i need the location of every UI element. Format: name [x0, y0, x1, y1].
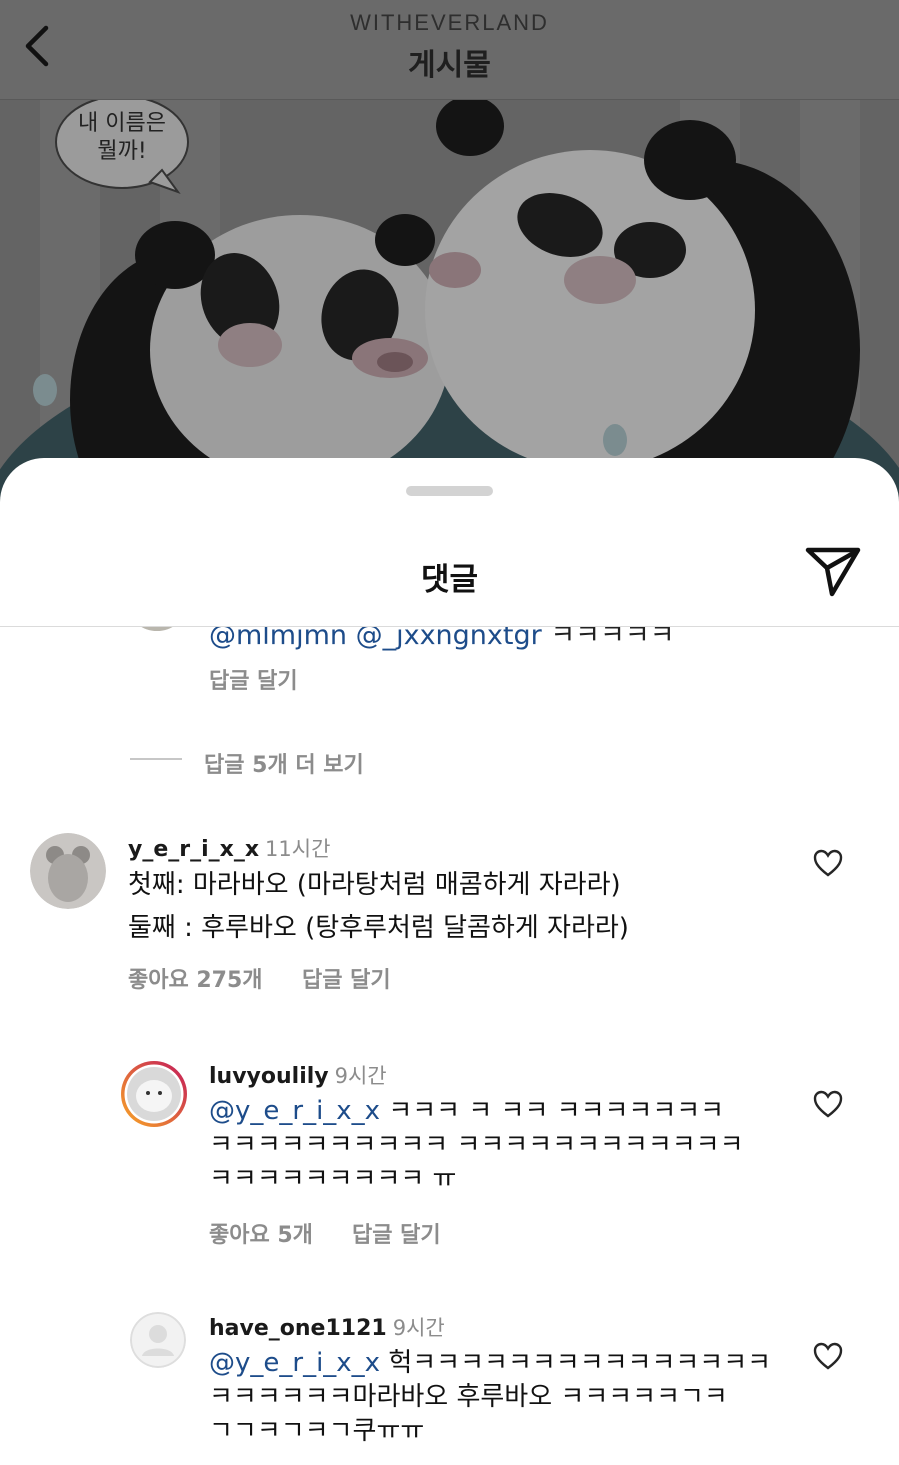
- view-more-replies-button[interactable]: 답글 5개 더 보기: [204, 747, 364, 779]
- send-icon[interactable]: [804, 546, 862, 598]
- post-header: WITHEVERLAND 게시물: [0, 0, 899, 100]
- avatar[interactable]: [130, 1312, 186, 1368]
- page-title: 게시물: [408, 48, 491, 83]
- partial-comment-text: @mlmjmn @_jxxngnxtgr ㅋㅋㅋㅋㅋ: [209, 627, 675, 652]
- reply-text: @y_e_r_i_x_x 헉ㅋㅋㅋㅋㅋㅋㅋㅋㅋㅋㅋㅋㅋㅋㅋ ㅋㅋㅋㅋㅋㅋ마라바오…: [209, 1348, 772, 1446]
- avatar[interactable]: [30, 833, 106, 909]
- reply-username[interactable]: luvyoulily 9시간: [209, 1060, 387, 1090]
- drag-handle[interactable]: [406, 486, 493, 496]
- bubble-line1: 내 이름은: [78, 111, 166, 136]
- bubble-line2: 뭘까!: [97, 139, 146, 164]
- sheet-title: 댓글: [420, 562, 479, 598]
- heart-outline-icon[interactable]: [813, 1090, 843, 1118]
- reply-time: 9시간: [334, 1064, 387, 1088]
- comment-username[interactable]: y_e_r_i_x_x 11시간: [128, 833, 330, 863]
- comment-text: 첫째: 마라바오 (마라탕처럼 매콤하게 자라라) 둘째 : 후루바오 (탕후루…: [128, 870, 629, 943]
- mention-link[interactable]: @y_e_r_i_x_x: [209, 1096, 380, 1126]
- heart-outline-icon[interactable]: [813, 849, 843, 877]
- heart-outline-icon[interactable]: [813, 1342, 843, 1370]
- post-image[interactable]: 내 이름은 뭘까!: [0, 100, 899, 520]
- comments-list[interactable]: @mlmjmn @_jxxngnxtgr ㅋㅋㅋㅋㅋ 답글 달기 답글 5개 더…: [0, 627, 899, 1465]
- divider-line: [130, 758, 182, 760]
- reply-button[interactable]: 답글 달기: [352, 1217, 441, 1249]
- comment-time: 11시간: [265, 837, 331, 861]
- likes-count[interactable]: 좋아요 275개: [128, 962, 263, 994]
- avatar[interactable]: [130, 627, 184, 631]
- avatar-with-story-ring[interactable]: [120, 1060, 188, 1128]
- comments-sheet: 댓글 @mlmjmn @_jxxngnxtgr ㅋㅋㅋㅋㅋ 답글 달기 답글 5…: [0, 458, 899, 1465]
- likes-count[interactable]: 좋아요 5개: [209, 1217, 313, 1249]
- heart-outline-icon[interactable]: [816, 627, 840, 631]
- reply-button[interactable]: 답글 달기: [302, 962, 391, 994]
- account-name[interactable]: WITHEVERLAND: [0, 10, 899, 36]
- reply-text: @y_e_r_i_x_x ㅋㅋㅋ ㅋ ㅋㅋ ㅋㅋㅋㅋㅋㅋㅋ ㅋㅋㅋㅋㅋㅋㅋㅋㅋㅋ…: [209, 1096, 744, 1194]
- mention-link[interactable]: @y_e_r_i_x_x: [209, 1348, 380, 1378]
- reply-button[interactable]: 답글 달기: [209, 663, 298, 695]
- comment-text-tail: ㅋㅋㅋㅋㅋ: [550, 627, 675, 651]
- post-background: WITHEVERLAND 게시물 내 이름은 뭘까!: [0, 0, 899, 520]
- reply-time: 9시간: [392, 1316, 445, 1340]
- reply-username[interactable]: have_one1121 9시간: [209, 1312, 445, 1342]
- mention-link[interactable]: @mlmjmn @_jxxngnxtgr: [209, 627, 542, 651]
